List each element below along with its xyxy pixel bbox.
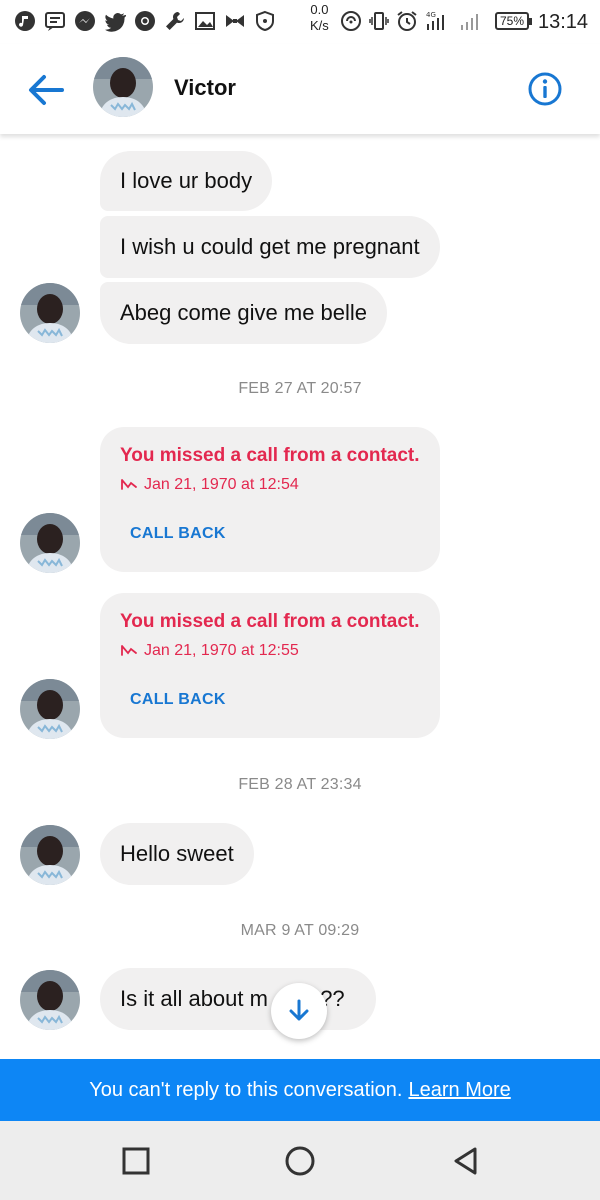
info-icon[interactable] [527,71,563,107]
avatar-photo-icon [20,679,80,739]
avatar-photo-icon [93,57,153,117]
cannot-reply-banner: You can't reply to this conversation. Le… [0,1059,600,1121]
missed-call-time: Jan 21, 1970 at 12:55 [120,642,299,660]
signal-4g-icon: 4G [426,11,444,30]
system-nav-bar [0,1121,600,1200]
shield-icon [256,10,274,32]
home-icon[interactable] [282,1143,318,1179]
message-bubble[interactable]: Is it all about m ??? [100,968,376,1030]
message-icon [45,12,65,31]
avatar-photo-icon [20,513,80,573]
music-icon [15,11,35,31]
call-back-button[interactable]: CALL BACK [130,525,226,543]
message-text: I wish u could get me pregnant [120,234,420,259]
message-text: Is it all about m [120,986,268,1011]
missed-call-time: Jan 21, 1970 at 12:54 [120,476,299,494]
sender-avatar[interactable] [20,679,80,739]
call-back-button[interactable]: CALL BACK [130,691,226,709]
arrow-left-icon[interactable] [24,68,68,112]
nfc-icon [341,11,361,31]
twitter-icon [105,13,126,32]
svg-text:4G: 4G [426,11,436,19]
missed-call-arrow-icon [121,645,137,656]
arrow-down-icon [289,999,309,1021]
learn-more-link[interactable]: Learn More [408,1079,510,1102]
chrome-icon [135,11,155,31]
message-list[interactable]: I love ur body I wish u could get me pre… [0,134,600,1059]
alarm-icon [397,11,417,31]
message-text: I love ur body [120,168,253,193]
missed-call-title: You missed a call from a contact. [120,611,420,632]
sender-avatar[interactable] [20,970,80,1030]
clock: 13:14 [538,11,589,33]
message-bubble[interactable]: Abeg come give me belle [100,282,388,344]
gallery-icon [195,12,215,30]
vibrate-icon [369,12,389,30]
message-text: Hello sweet [120,841,234,866]
signal-icon [461,14,478,30]
avatar-photo-icon [20,970,80,1030]
network-speed: 0.0 K/s [310,2,329,33]
message-bubble[interactable]: I love ur body [100,151,273,211]
sender-avatar[interactable] [20,825,80,885]
recent-apps-icon[interactable] [118,1143,154,1179]
banner-text: You can't reply to this conversation. [89,1078,403,1101]
contact-avatar[interactable] [93,57,153,117]
avatar-photo-icon [20,283,80,343]
missed-call-arrow-icon [121,479,137,490]
date-separator: FEB 27 AT 20:57 [238,380,362,397]
battery-indicator: 75% [495,12,532,30]
conversation-header: Victor [0,44,600,134]
missed-call-title: You missed a call from a contact. [120,445,420,466]
sender-avatar[interactable] [20,283,80,343]
date-separator: FEB 28 AT 23:34 [238,776,362,793]
missed-call-card: You missed a call from a contact. Jan 21… [100,427,440,572]
wrench-icon [166,11,185,30]
back-nav-icon[interactable] [448,1143,484,1179]
message-text: Abeg come give me belle [120,300,368,325]
bowtie-icon [226,15,244,27]
message-bubble[interactable]: Hello sweet [100,823,254,885]
status-bar: 0.0 K/s 4G 75% 13:14 [0,0,600,44]
avatar-photo-icon [20,825,80,885]
scroll-to-bottom-button[interactable] [271,983,327,1039]
sender-avatar[interactable] [20,513,80,573]
messenger-icon [75,11,95,31]
missed-call-card: You missed a call from a contact. Jan 21… [100,593,440,738]
message-bubble[interactable]: I wish u could get me pregnant [100,216,440,278]
date-separator: MAR 9 AT 09:29 [240,922,360,939]
contact-name[interactable]: Victor [174,75,236,101]
